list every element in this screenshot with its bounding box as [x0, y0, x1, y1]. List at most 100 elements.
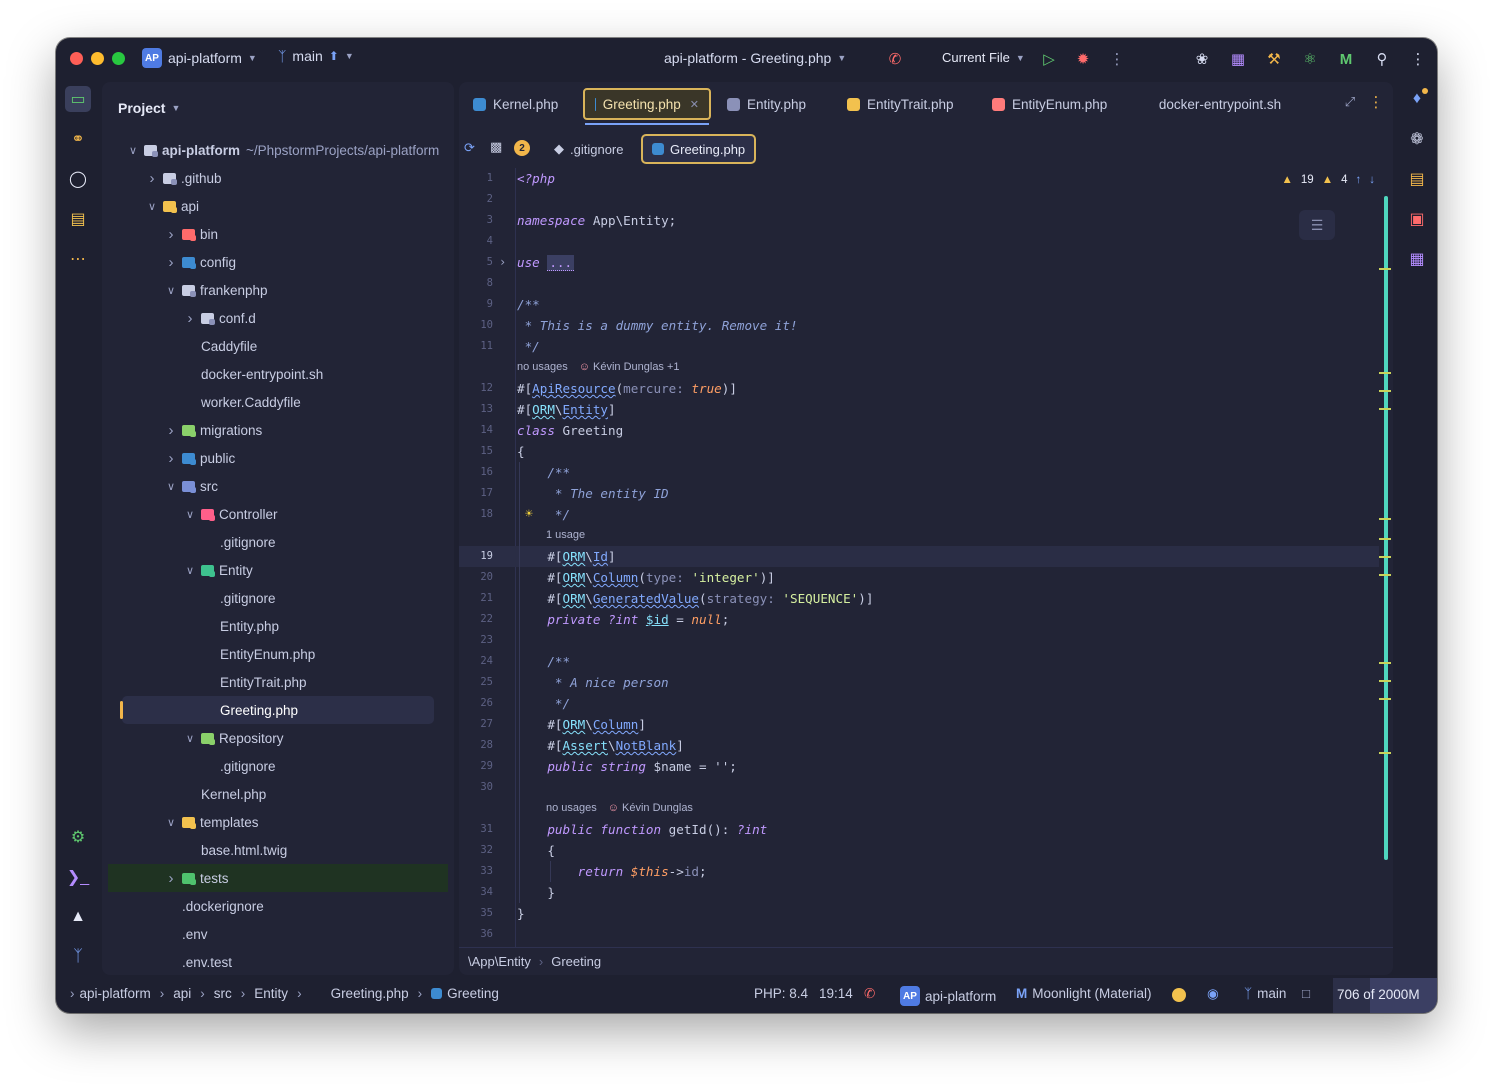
tree-item[interactable]: EntityEnum.php	[102, 640, 454, 668]
minimize-window-button[interactable]	[91, 52, 104, 65]
tree-item[interactable]: › config	[102, 248, 454, 276]
framework-icon[interactable]: M	[1335, 48, 1357, 70]
services-icon[interactable]: ▲	[65, 904, 91, 930]
tree-item[interactable]: › bin	[102, 220, 454, 248]
tree-item[interactable]: docker-entrypoint.sh	[102, 360, 454, 388]
ai-chat-icon[interactable]: ❁	[1404, 126, 1430, 152]
tree-item[interactable]: .dockerignore	[102, 892, 454, 920]
editor-tab[interactable]: Entity.php	[717, 88, 829, 120]
tree-item[interactable]: ∨ src	[102, 472, 454, 500]
chevron-right-icon[interactable]: ›	[164, 870, 178, 887]
tree-item[interactable]: › tests	[102, 864, 454, 892]
php-version[interactable]: PHP: 8.4	[754, 986, 808, 1001]
tree-item[interactable]: .gitignore	[102, 528, 454, 556]
project-switcher[interactable]: AP api-platform ▼	[142, 48, 257, 68]
ai-assistant-icon[interactable]: ❀	[1191, 48, 1213, 70]
chevron-down-icon[interactable]: ∨	[164, 816, 178, 829]
tree-item[interactable]: ∨ api	[102, 192, 454, 220]
maximize-icon[interactable]: ⤢	[1339, 91, 1361, 113]
git-icon[interactable]: ᛉ	[65, 944, 91, 970]
tree-item[interactable]: ∨ frankenphp	[102, 276, 454, 304]
status-crumb[interactable]: api	[173, 986, 191, 1001]
project-panel-header[interactable]: Project ▼	[118, 100, 180, 116]
branch-switcher[interactable]: ᛉ main ⬆ ▼	[278, 48, 354, 64]
chevron-down-icon[interactable]: ∨	[183, 508, 197, 521]
editor-tab[interactable]: EntityEnum.php	[982, 88, 1127, 120]
search-icon[interactable]: ⚲	[1371, 48, 1393, 70]
tree-item[interactable]: .env	[102, 920, 454, 948]
run-configuration-selector[interactable]: Current File ▼	[942, 50, 1025, 65]
tree-item[interactable]: Entity.php	[102, 612, 454, 640]
tree-item[interactable]: ∨ Entity	[102, 556, 454, 584]
status-crumb[interactable]: Greeting.php	[331, 986, 409, 1001]
bookmarks-icon[interactable]: ▣	[1404, 206, 1430, 232]
settings-icon[interactable]: ⚙	[65, 824, 91, 850]
warning-marker[interactable]	[1379, 752, 1391, 754]
commit-icon[interactable]: ⚭	[65, 126, 91, 152]
chevron-down-icon[interactable]: ∨	[164, 480, 178, 493]
class-crumb[interactable]: Greeting	[551, 954, 601, 969]
tree-item[interactable]: › .github	[102, 164, 454, 192]
warning-marker[interactable]	[1379, 268, 1391, 270]
more-icon[interactable]: ⋮	[1106, 48, 1128, 70]
status-project[interactable]: AP api-platform	[900, 986, 996, 1006]
terminal-icon[interactable]: ❯_	[65, 864, 91, 890]
close-tab-icon[interactable]: ✕	[690, 98, 699, 111]
debug-icon[interactable]: ✹	[1072, 48, 1094, 70]
tree-item[interactable]: ∨ templates	[102, 808, 454, 836]
chevron-down-icon[interactable]: ∨	[126, 144, 140, 157]
database-icon[interactable]: ▤	[1404, 166, 1430, 192]
chevron-right-icon[interactable]: ›	[164, 226, 178, 243]
chevron-down-icon[interactable]: ∨	[183, 564, 197, 577]
chevron-down-icon[interactable]: ∨	[183, 732, 197, 745]
warning-marker[interactable]	[1379, 408, 1391, 410]
plugin-icon[interactable]: ▦	[1404, 246, 1430, 272]
cursor-position[interactable]: 19:14	[819, 986, 853, 1001]
editor-scrollbar[interactable]	[1384, 196, 1388, 860]
status-crumb[interactable]: Entity	[254, 986, 288, 1001]
tree-item[interactable]: Kernel.php	[102, 780, 454, 808]
plugin-icon[interactable]: ▦	[1227, 48, 1249, 70]
chevron-right-icon[interactable]: ›	[145, 170, 159, 187]
warning-marker[interactable]	[1379, 390, 1391, 392]
window-title[interactable]: api-platform - Greeting.php ▼	[664, 50, 846, 66]
tree-item[interactable]: Caddyfile	[102, 332, 454, 360]
code-vision-hint[interactable]: 1 usage	[546, 525, 585, 546]
more-tools-icon[interactable]: ⋯	[65, 246, 91, 272]
run-icon[interactable]: ▷	[1038, 48, 1060, 70]
warning-marker[interactable]	[1379, 556, 1391, 558]
chevron-down-icon[interactable]: ∨	[145, 200, 159, 213]
editor-tab[interactable]: docker-entrypoint.sh	[1134, 88, 1306, 120]
code-editor[interactable]: 1 <?php 2 3 namespace App\Entity; 4 5 › use ... 8…	[459, 168, 1393, 947]
notifications-icon[interactable]: ♦	[1404, 86, 1430, 112]
tree-item[interactable]: ∨ Repository	[102, 724, 454, 752]
phone-icon[interactable]: ✆	[884, 48, 906, 70]
editor-tab[interactable]: Kernel.php	[463, 88, 579, 120]
tree-item[interactable]: base.html.twig	[102, 836, 454, 864]
warning-marker[interactable]	[1379, 680, 1391, 682]
eye-icon[interactable]: ◉	[1207, 986, 1219, 1002]
tree-item[interactable]: .env.test	[102, 948, 454, 975]
editor-tab[interactable]: EntityTrait.php	[837, 88, 975, 120]
status-indicator-icon[interactable]	[1172, 988, 1186, 1002]
lock-icon[interactable]: □	[1302, 986, 1310, 1001]
structure-icon[interactable]: ▤	[65, 206, 91, 232]
chevron-down-icon[interactable]: ∨	[164, 284, 178, 297]
status-crumb[interactable]: Greeting	[447, 986, 499, 1001]
problem-count-badge[interactable]: 2	[514, 140, 530, 156]
greeting-chip[interactable]: Greeting.php	[641, 134, 757, 164]
build-tools-icon[interactable]: ⚒	[1263, 48, 1285, 70]
tree-item[interactable]: ∨ Controller	[102, 500, 454, 528]
status-crumb[interactable]: src	[214, 986, 232, 1001]
code-vision-hint[interactable]: no usages ☺ Kévin Dunglas +1	[517, 357, 680, 378]
phone-icon[interactable]: ✆	[864, 986, 875, 1002]
sync-icon[interactable]: ⟳	[464, 140, 475, 156]
close-window-button[interactable]	[70, 52, 83, 65]
gitignore-chip[interactable]: ◆ .gitignore	[545, 134, 632, 164]
memory-indicator[interactable]: 706 of 2000M	[1333, 978, 1437, 1013]
tabs-more-icon[interactable]: ⋮	[1365, 91, 1387, 113]
chevron-right-icon[interactable]: ›	[164, 422, 178, 439]
tree-item[interactable]: .gitignore	[102, 584, 454, 612]
tree-item[interactable]: › public	[102, 444, 454, 472]
react-icon[interactable]: ⚛	[1299, 48, 1321, 70]
